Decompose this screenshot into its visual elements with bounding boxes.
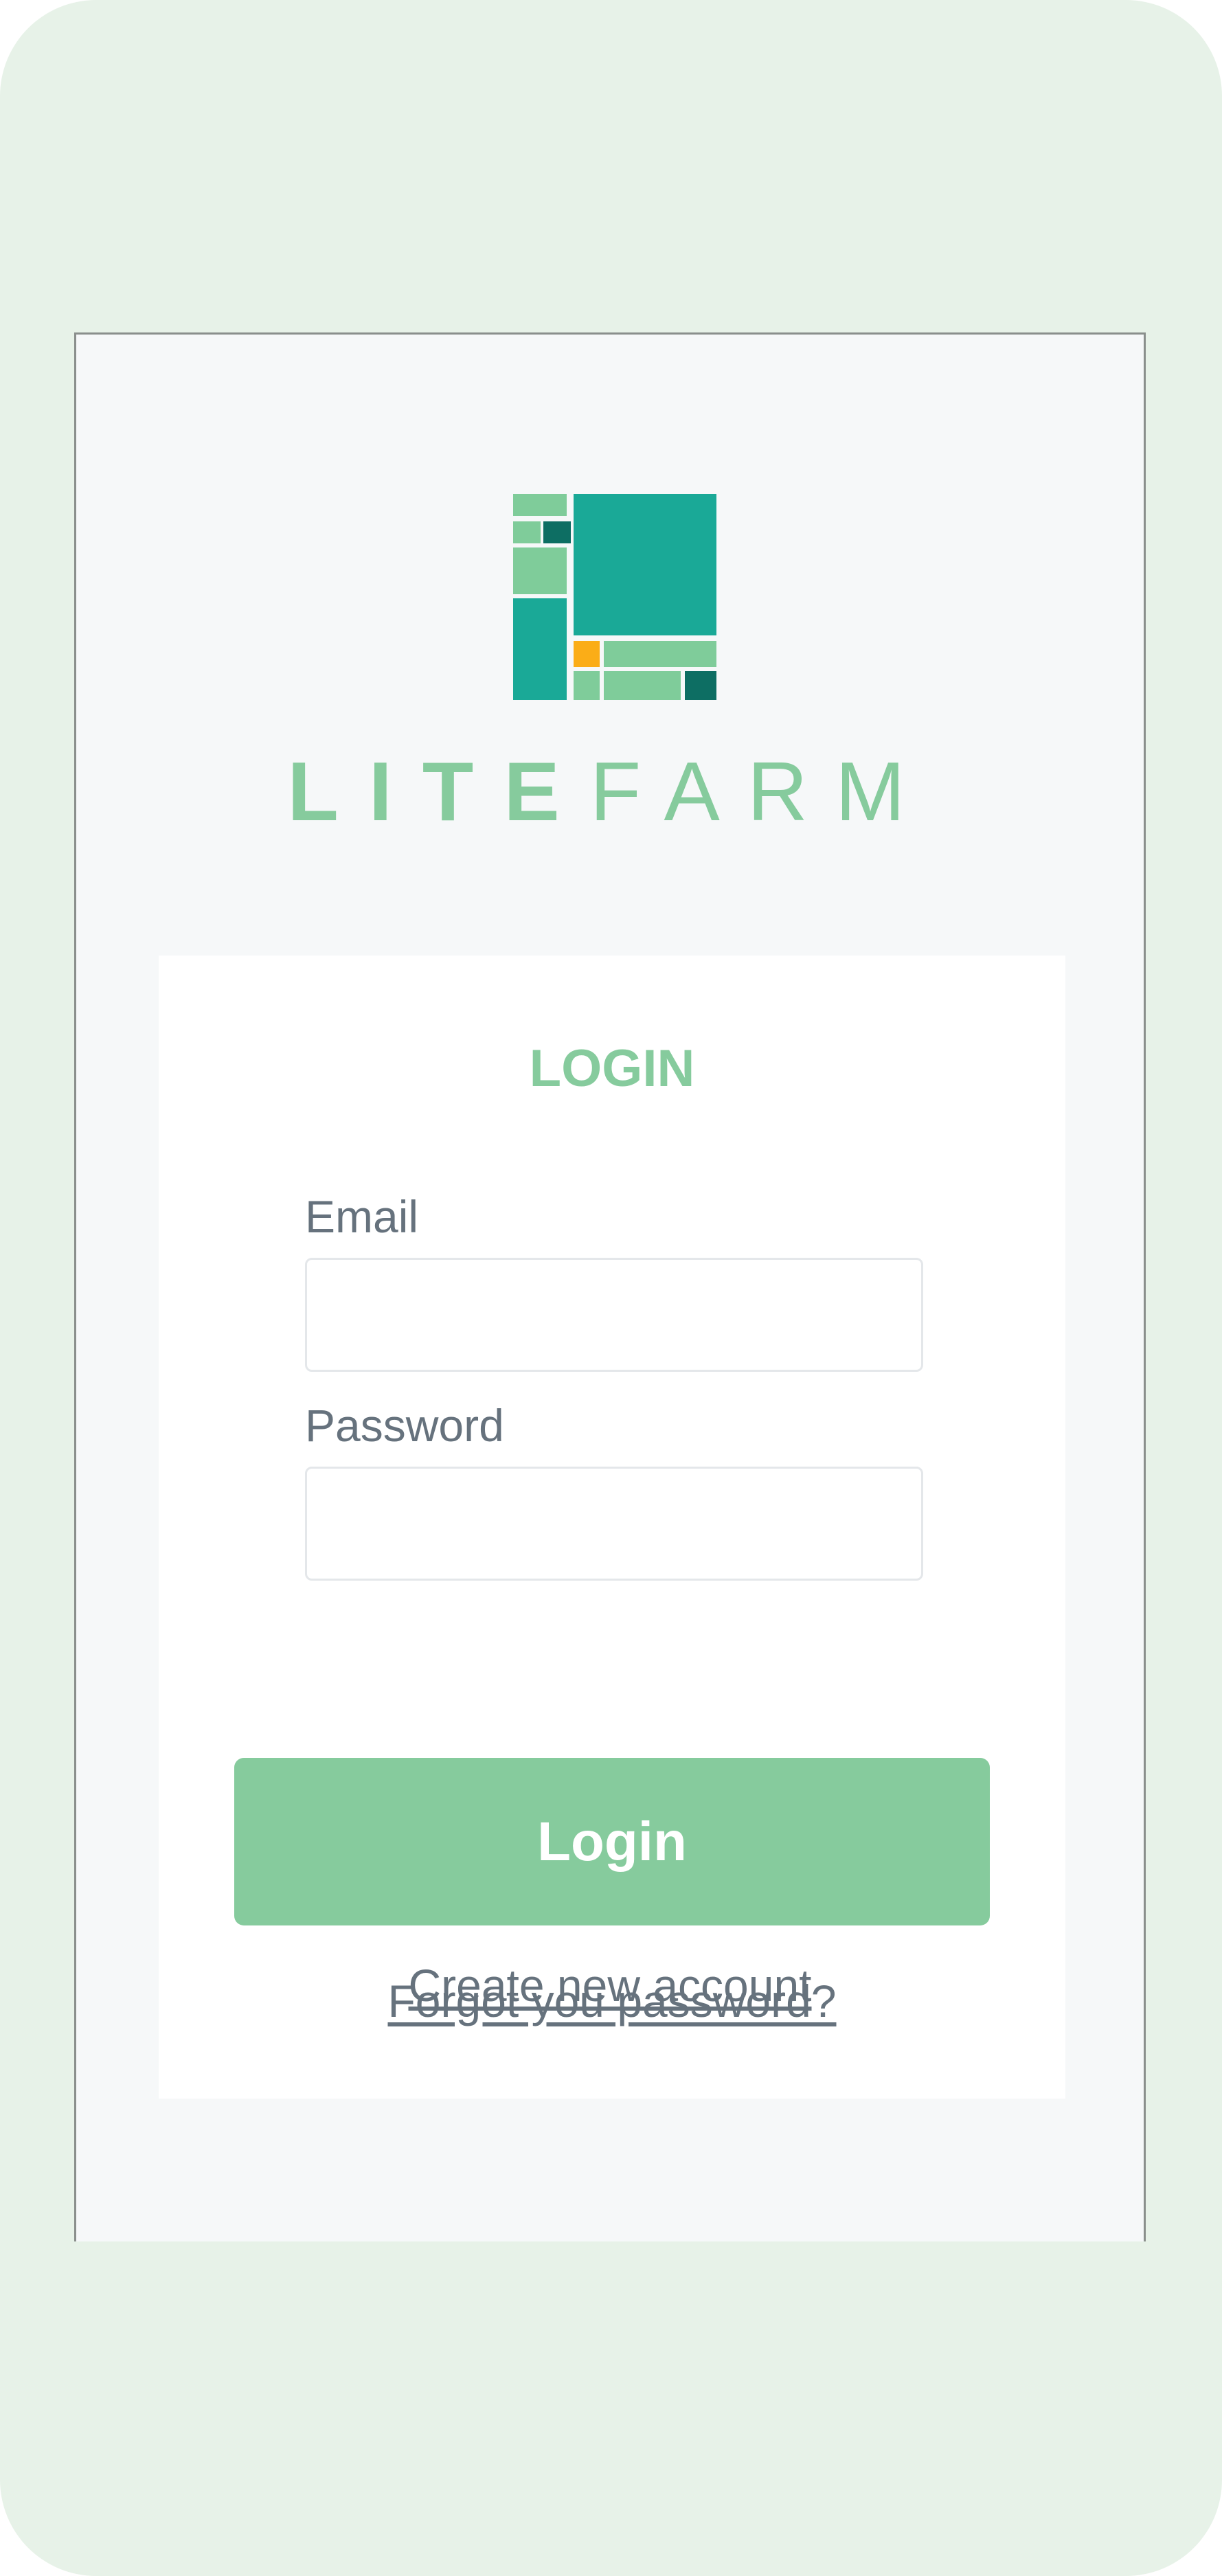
litefarm-wordmark: LITEFARM: [76, 747, 1144, 836]
wordmark-lite: LITE: [287, 745, 590, 838]
email-input[interactable]: [305, 1258, 923, 1372]
device-frame: LITEFARM LOGIN Email Password Login Forg…: [0, 0, 1222, 2576]
email-label: Email: [305, 1191, 419, 1242]
litefarm-logo-icon: [513, 494, 716, 700]
wordmark-farm: FARM: [589, 745, 933, 838]
create-account-link[interactable]: Create new account: [157, 1958, 1063, 2013]
login-title: LOGIN: [529, 1039, 695, 1098]
login-card: LOGIN Email Password Login Forgot you pa…: [159, 956, 1065, 2099]
password-label: Password: [305, 1400, 504, 1451]
login-button[interactable]: Login: [234, 1758, 990, 1925]
app-screen: LITEFARM LOGIN Email Password Login Forg…: [74, 332, 1146, 2241]
password-input[interactable]: [305, 1467, 923, 1581]
